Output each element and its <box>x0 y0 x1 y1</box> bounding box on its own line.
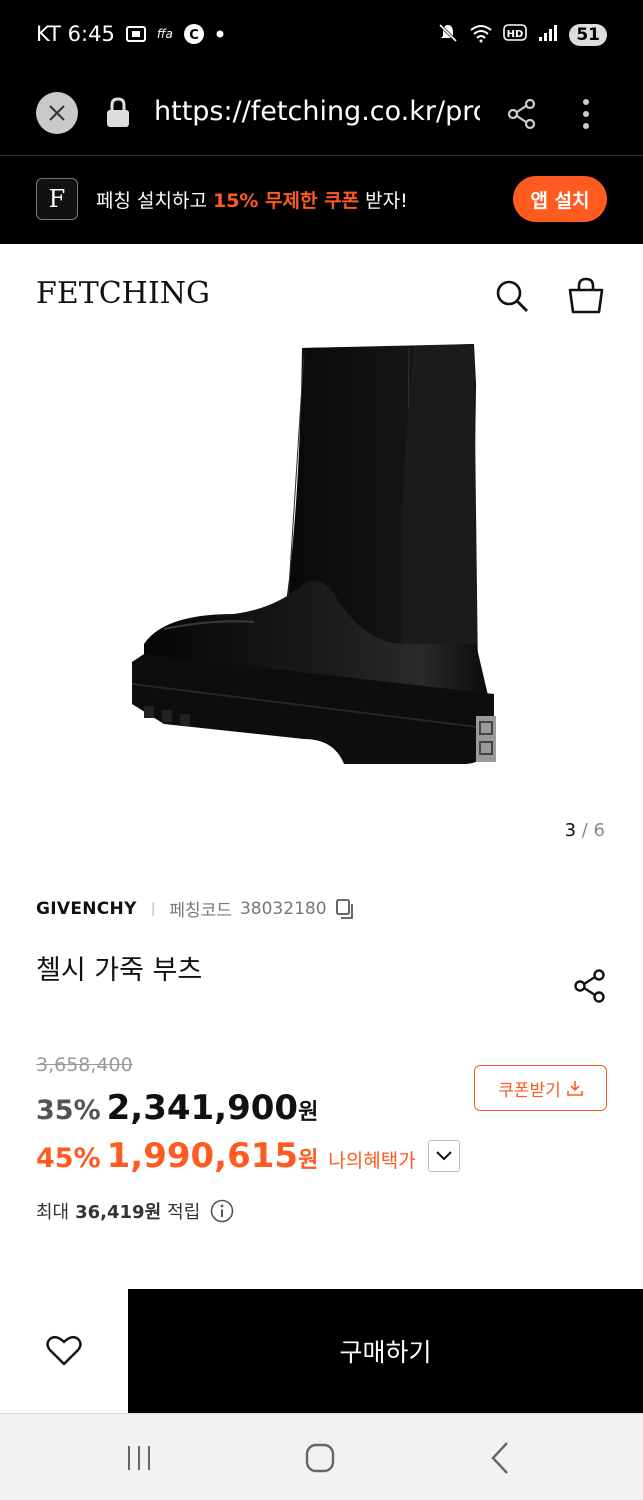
chevron-down-icon <box>436 1151 452 1161</box>
points-prefix: 최대 <box>36 1202 70 1223</box>
buy-button[interactable]: 구매하기 <box>128 1289 643 1413</box>
image-counter-total: 6 <box>593 820 605 841</box>
battery-indicator: 51 <box>569 24 607 46</box>
original-price: 3,658,400 <box>36 1054 133 1076</box>
hd-icon: HD <box>503 23 528 47</box>
benefit-price-row: 45% 1,990,615 원 나의혜택가 <box>36 1136 416 1176</box>
points-value: 36,419원 <box>75 1202 162 1223</box>
app-logo: F <box>36 178 78 220</box>
status-left: KT 6:45 ffa C <box>36 22 225 46</box>
divider: | <box>150 900 156 917</box>
benefit-label: 나의혜택가 <box>328 1150 416 1172</box>
benefit-price: 1,990,615 <box>106 1136 299 1176</box>
fetching-code-value: 38032180 <box>239 898 327 919</box>
benefit-discount: 45% <box>36 1143 101 1174</box>
shopping-bag-icon[interactable] <box>566 276 606 316</box>
sale-price: 2,341,900 <box>106 1088 299 1128</box>
heart-icon <box>46 1335 82 1366</box>
image-counter-current: 3 <box>564 820 577 841</box>
svg-text:C: C <box>189 28 199 43</box>
status-right: HD 51 <box>437 22 607 48</box>
system-nav-bar <box>0 1413 643 1500</box>
copy-icon[interactable] <box>335 898 355 920</box>
fetching-code-label: 페칭코드 <box>169 901 232 921</box>
banner-text: 페칭 설치하고 15% 무제한 쿠폰 받자! <box>96 186 408 213</box>
brand-name[interactable]: GIVENCHY <box>36 899 137 919</box>
close-icon <box>49 105 65 121</box>
dot-icon <box>215 29 225 39</box>
site-header: FETCHING <box>0 244 643 344</box>
image-counter: 3 / 6 <box>565 820 605 841</box>
get-coupon-button[interactable]: 쿠폰받기 <box>474 1065 607 1111</box>
banner-text-after: 받자! <box>359 190 408 212</box>
site-logo[interactable]: FETCHING <box>36 276 210 311</box>
url-bar[interactable]: https://fetching.co.kr/pro <box>154 96 480 132</box>
more-options-icon[interactable] <box>576 96 596 132</box>
close-tab-button[interactable] <box>36 92 78 134</box>
home-icon[interactable] <box>304 1442 336 1474</box>
points-row: 최대 36,419원 적립 <box>36 1198 234 1224</box>
sale-discount: 35% <box>36 1095 101 1126</box>
screenshot-icon <box>125 24 147 44</box>
recent-apps-icon[interactable] <box>124 1444 154 1472</box>
brand-row: GIVENCHY | 페칭코드 38032180 <box>36 896 355 921</box>
banner-text-highlight: 15% 무제한 쿠폰 <box>212 190 360 212</box>
ffa-icon: ffa <box>156 27 173 41</box>
status-time: KT 6:45 <box>36 22 115 46</box>
download-icon <box>566 1081 583 1096</box>
currency-won: 원 <box>298 1100 319 1125</box>
lock-icon <box>107 97 129 127</box>
wifi-icon <box>469 23 493 47</box>
product-image[interactable] <box>104 344 504 794</box>
wishlist-button[interactable] <box>0 1289 128 1413</box>
back-icon[interactable] <box>488 1440 512 1476</box>
sale-price-row: 35% 2,341,900 원 <box>36 1088 318 1128</box>
svg-text:HD: HD <box>507 29 524 40</box>
benefit-expand-button[interactable] <box>428 1140 460 1172</box>
action-bar: 구매하기 <box>0 1289 643 1413</box>
c-circle-icon: C <box>183 23 205 45</box>
product-share-icon[interactable] <box>572 968 608 1004</box>
banner-text-before: 페칭 설치하고 <box>96 190 213 212</box>
signal-icon <box>537 23 559 47</box>
coupon-label: 쿠폰받기 <box>498 1080 561 1101</box>
boot-illustration <box>131 344 496 764</box>
install-app-button[interactable]: 앱 설치 <box>513 176 607 222</box>
status-bar: KT 6:45 ffa C HD 51 <box>0 0 643 72</box>
image-counter-separator: / <box>576 820 594 841</box>
points-suffix: 적립 <box>167 1202 201 1223</box>
browser-bar: https://fetching.co.kr/pro <box>0 72 643 156</box>
search-icon[interactable] <box>494 278 530 314</box>
info-icon[interactable] <box>210 1199 234 1223</box>
share-icon[interactable] <box>506 98 538 130</box>
product-title: 첼시 가죽 부츠 <box>36 955 203 986</box>
mute-icon <box>437 22 459 48</box>
currency-won-benefit: 원 <box>298 1148 319 1173</box>
